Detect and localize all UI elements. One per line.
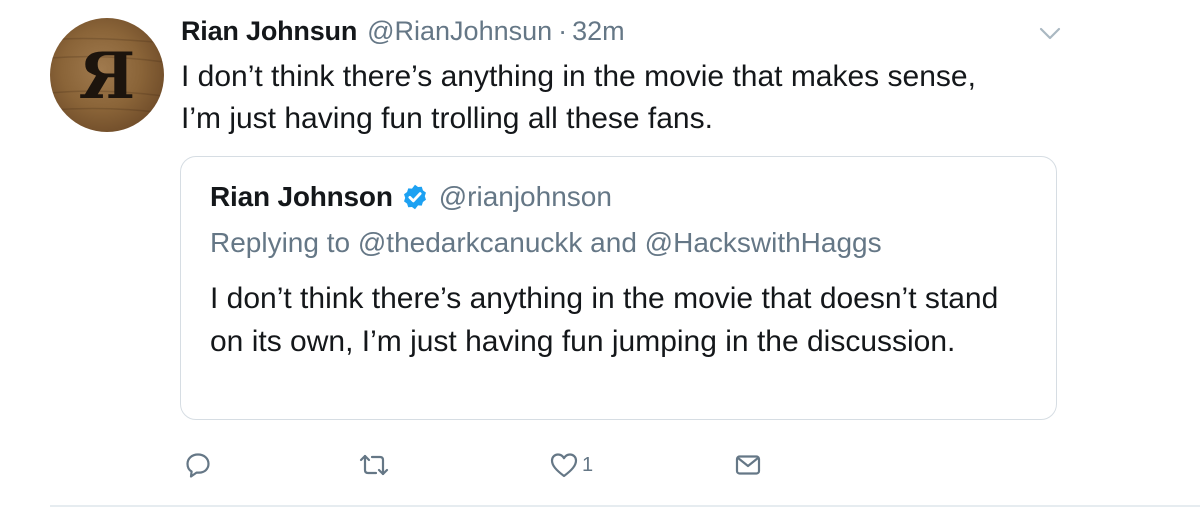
tweet-timestamp[interactable]: 32m: [572, 16, 625, 47]
avatar-letter: Я: [79, 39, 135, 114]
like-count: 1: [582, 453, 594, 476]
author-display-name[interactable]: Rian Johnsun: [181, 16, 357, 47]
quoted-author-display-name: Rian Johnson: [210, 181, 393, 212]
tweet[interactable]: Я Rian Johnsun @RianJohnsun · 32m I don’…: [0, 0, 1200, 507]
retweet-icon: [359, 454, 389, 476]
separator-dot: ·: [558, 16, 568, 46]
like-button[interactable]: 1: [549, 450, 593, 480]
avatar[interactable]: Я: [50, 18, 164, 132]
quoted-tweet-text: I don’t think there’s anything in the mo…: [210, 282, 999, 358]
more-options-button[interactable]: [1037, 23, 1063, 43]
verified-badge-icon: [401, 183, 429, 211]
reply-button[interactable]: [183, 450, 213, 480]
retweet-button[interactable]: [357, 450, 391, 480]
envelope-icon: [735, 455, 761, 475]
quoted-tweet[interactable]: Rian Johnson @rianjohnson Replying to @t…: [180, 156, 1057, 420]
quoted-author-handle: @rianjohnson: [438, 181, 612, 212]
reply-icon: [186, 453, 210, 478]
heart-icon: [550, 453, 578, 478]
author-handle[interactable]: @RianJohnsun: [367, 16, 552, 47]
tweet-header: Rian Johnsun @RianJohnsun · 32m: [181, 16, 625, 50]
direct-message-button[interactable]: [733, 450, 763, 480]
chevron-down-icon: [1039, 27, 1061, 40]
tweet-text: I don’t think there’s anything in the mo…: [181, 60, 976, 135]
replying-to: Replying to @thedarkcanuckk and @Hackswi…: [210, 227, 882, 258]
quoted-tweet-header: Rian Johnson @rianjohnson: [210, 181, 612, 213]
